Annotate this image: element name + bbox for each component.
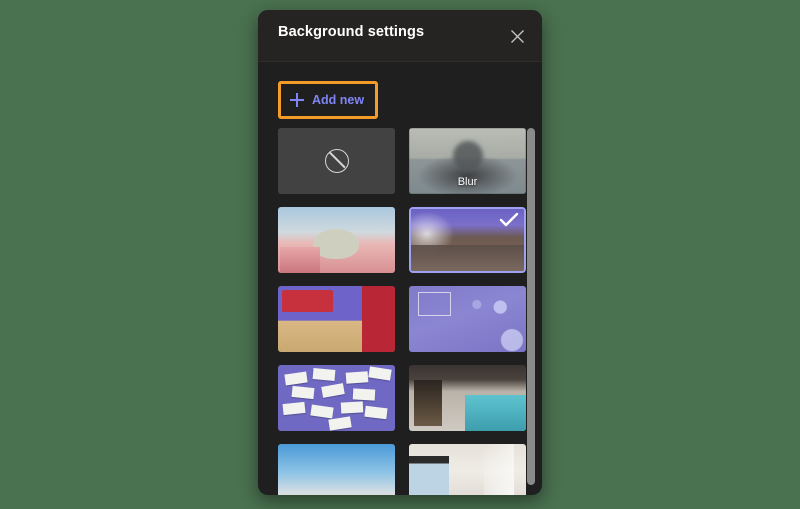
background-option-purple-bubbles[interactable]	[409, 286, 526, 352]
plus-icon	[290, 93, 304, 107]
none-thumbnail-art	[278, 128, 395, 194]
panel-header: Background settings	[258, 10, 542, 62]
page-title: Background settings	[278, 24, 425, 40]
background-gallery: Blur	[258, 128, 542, 495]
gallery-scrollbar[interactable]	[527, 128, 535, 495]
white-room-thumbnail-art	[409, 444, 526, 495]
scrollbar-thumb[interactable]	[527, 128, 535, 485]
blur-label: Blur	[457, 176, 478, 188]
circus-thumbnail-art	[278, 207, 395, 273]
no-background-icon	[324, 149, 349, 173]
background-grid: Blur	[278, 128, 526, 495]
background-option-none[interactable]	[278, 128, 395, 194]
sticky-notes-thumbnail-art	[278, 365, 395, 431]
background-option-library-shelf[interactable]	[278, 286, 395, 352]
background-option-purple-living-room[interactable]	[409, 207, 526, 273]
background-option-sticky-notes-wall[interactable]	[278, 365, 395, 431]
background-option-sky-horizon[interactable]	[278, 444, 395, 495]
bubbles-thumbnail-art	[409, 286, 526, 352]
desktop-background: Background settings Add new Blur	[0, 0, 800, 509]
blur-person-silhouette	[452, 141, 483, 172]
check-icon	[499, 212, 519, 233]
background-option-blur[interactable]: Blur	[409, 128, 526, 194]
add-new-label: Add new	[312, 93, 365, 107]
close-button[interactable]	[500, 19, 534, 53]
library-thumbnail-art	[278, 286, 395, 352]
add-new-content: Add new	[281, 93, 364, 107]
background-settings-panel: Background settings Add new Blur	[258, 10, 542, 495]
sky-thumbnail-art	[278, 444, 395, 495]
office-thumbnail-art	[409, 365, 526, 431]
add-new-button[interactable]: Add new	[278, 81, 378, 119]
background-option-white-room[interactable]	[409, 444, 526, 495]
background-option-office-lockers[interactable]	[409, 365, 526, 431]
background-option-circus-illustration[interactable]	[278, 207, 395, 273]
close-icon	[510, 29, 525, 44]
